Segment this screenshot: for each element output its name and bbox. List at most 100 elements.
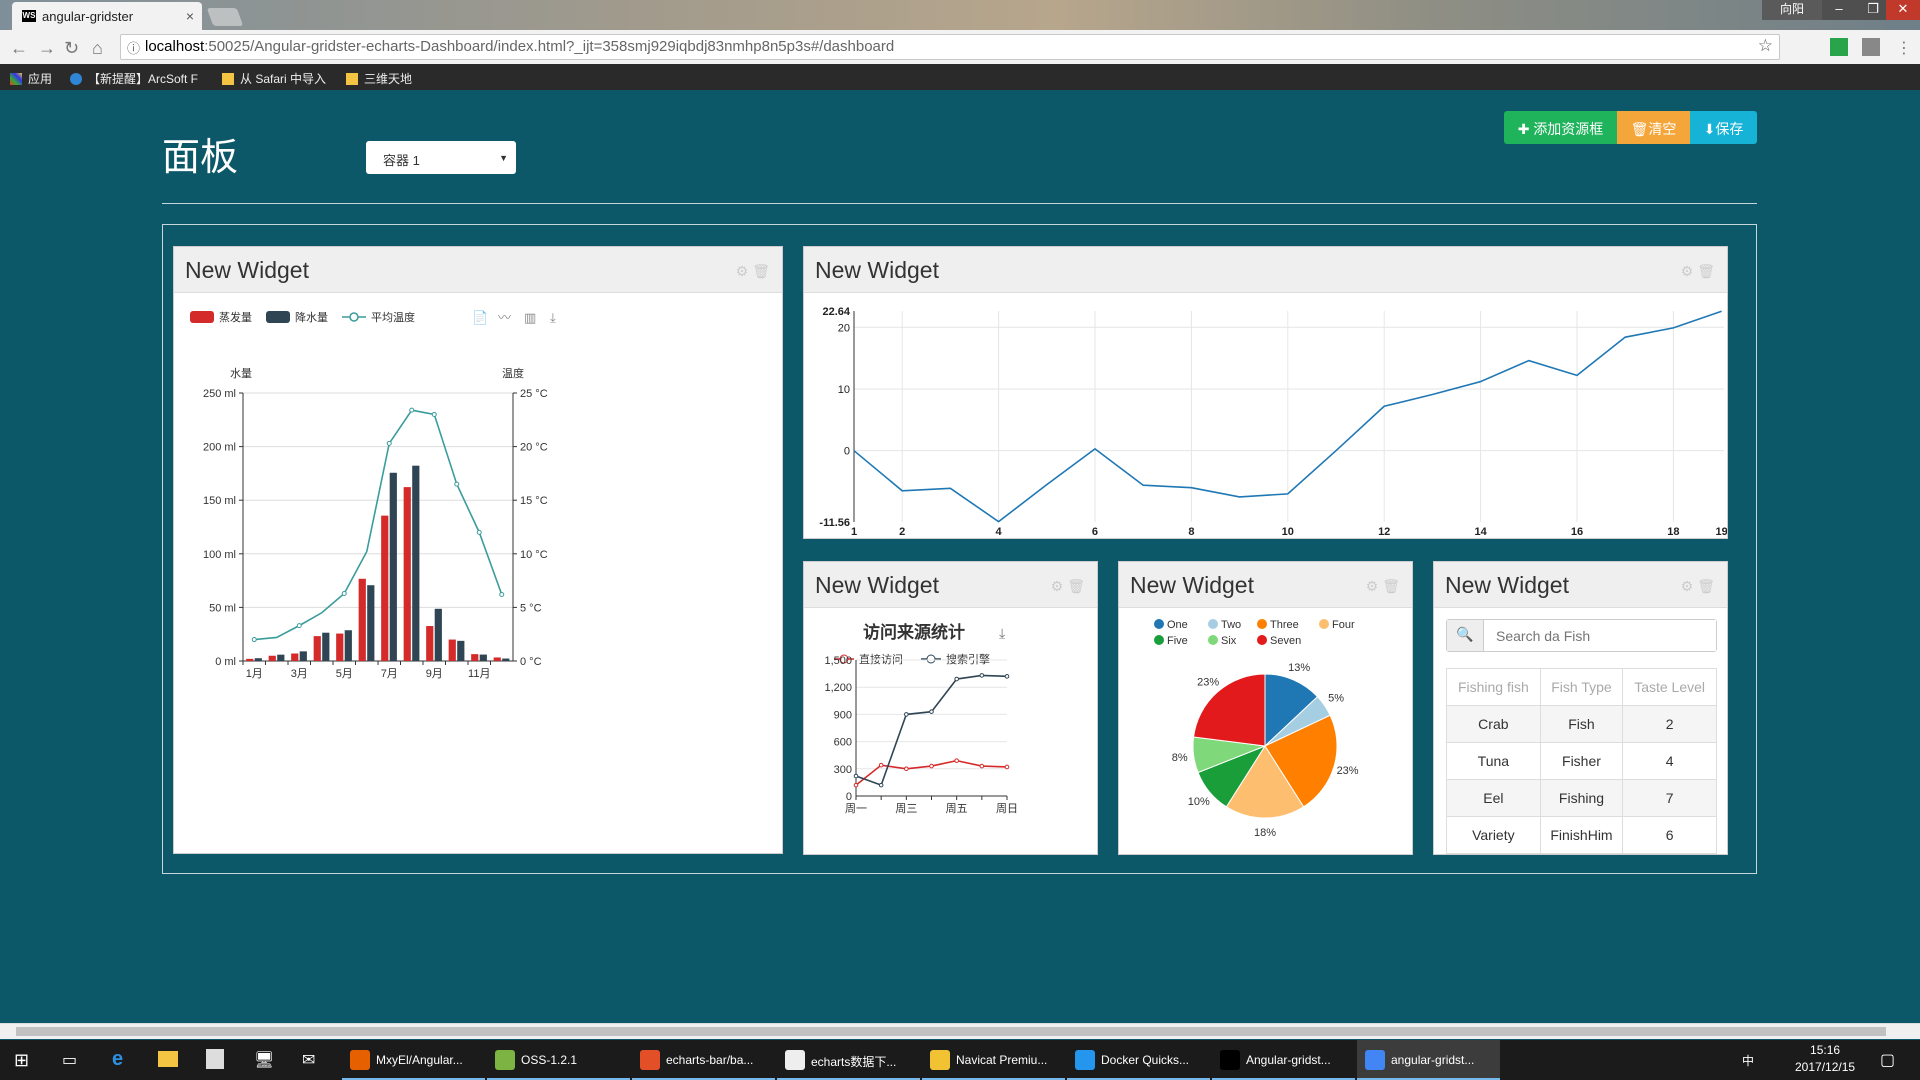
url-bar[interactable]: ⓘ localhost:50025/Angular-gridster-echar…	[120, 34, 1780, 60]
remote-desktop-icon[interactable]: 🖥	[254, 1050, 274, 1070]
taskbar-app-button[interactable]: OSS-1.2.1	[487, 1040, 630, 1080]
widget-visit-source-chart[interactable]: New Widget ⚙🗑 访问来源统计 ⤓ 直接访问 搜索引擎 1,500 1,200 9…	[803, 561, 1098, 855]
extension-icon[interactable]	[1862, 38, 1880, 56]
ime-indicator[interactable]: 中	[1742, 1052, 1754, 1069]
system-clock[interactable]: 15:16 2017/12/15	[1795, 1042, 1855, 1076]
gear-icon[interactable]: ⚙	[1681, 263, 1698, 279]
trash-icon[interactable]: 🗑	[1697, 578, 1719, 594]
bookmark-arcsoft[interactable]: 【新提醒】ArcSoft F	[70, 70, 198, 87]
temperature-point	[454, 481, 460, 487]
trash-icon[interactable]: 🗑	[1382, 578, 1404, 594]
temperature-point	[296, 623, 302, 629]
window-user-label[interactable]: 向阳	[1762, 0, 1822, 20]
notification-icon[interactable]: ▢	[1880, 1050, 1895, 1070]
home-icon[interactable]: ⌂	[92, 38, 103, 59]
bookmark-apps[interactable]: 应用	[10, 70, 52, 87]
series-point	[904, 712, 909, 717]
close-window-icon[interactable]: ✕	[1886, 0, 1920, 20]
back-icon[interactable]: ←	[10, 38, 28, 59]
widget-rainfall-chart[interactable]: New Widget ⚙🗑 蒸发量 降水量 平均温度 📄 〰 ▥ ⤓ 水量 温度 250 ml 25…	[173, 246, 783, 854]
bar-precipitation	[502, 658, 510, 661]
windows-start-icon[interactable]: ⊞	[14, 1050, 29, 1071]
page-title: 面板	[162, 137, 239, 179]
table-row[interactable]: Crab Fish 2	[1446, 705, 1717, 743]
taskbar-app-button[interactable]: angular-gridst...	[1357, 1040, 1500, 1080]
widget-pie-chart[interactable]: New Widget ⚙🗑 One Two Three Four Five Six Seve…	[1118, 561, 1413, 855]
y-tick-label: 250 ml	[203, 388, 236, 400]
edge-icon[interactable]: e	[112, 1048, 123, 1071]
bookmark-safari-import[interactable]: 从 Safari 中导入	[222, 70, 326, 87]
column-header[interactable]: Fish Type	[1539, 668, 1624, 706]
browser-tab-active[interactable]: WS angular-gridster ×	[12, 2, 202, 30]
widget-fish-table[interactable]: New Widget ⚙🗑 🔍 Fishing fish Fish Type T…	[1433, 561, 1728, 855]
table-cell: FinishHim	[1539, 816, 1624, 854]
widget-line-chart[interactable]: New Widget ⚙🗑 22.64 20 10 0 -11.56 1 2 4 6 8 10 12 1…	[803, 246, 1728, 539]
new-tab-button[interactable]	[206, 8, 244, 26]
reload-icon[interactable]: ↻	[64, 38, 79, 59]
minimize-icon[interactable]: –	[1822, 0, 1856, 20]
webstorm-favicon-icon: WS	[22, 10, 36, 22]
series-point	[1004, 674, 1010, 679]
table-row[interactable]: Variety FinishHim 6	[1446, 816, 1717, 854]
save-button[interactable]: ⬇保存	[1690, 111, 1757, 144]
column-header[interactable]: Fishing fish	[1446, 668, 1541, 706]
forward-icon[interactable]: →	[38, 38, 56, 59]
download-extension-icon[interactable]	[1830, 38, 1848, 56]
taskbar-app-button[interactable]: Angular-gridst...	[1212, 1040, 1355, 1080]
clear-button[interactable]: 🗑清空	[1617, 111, 1690, 144]
taskbar-app-button[interactable]: Docker Quicks...	[1067, 1040, 1210, 1080]
legend-marker	[926, 654, 936, 664]
folder-icon	[222, 73, 234, 85]
chart-toolbox-icon: 📄	[472, 310, 488, 325]
trash-icon[interactable]: 🗑	[752, 263, 774, 279]
table-row[interactable]: Eel Fishing 7	[1446, 779, 1717, 817]
horizontal-scrollbar[interactable]	[0, 1023, 1920, 1039]
widget-header[interactable]: New Widget ⚙🗑	[1119, 562, 1412, 608]
slice-label: 13%	[1288, 662, 1310, 674]
bar-evaporation	[268, 655, 276, 661]
visit-source-chart: 访问来源统计 ⤓ 直接访问 搜索引擎 1,500 1,200 900 600 300 0周一 周三 周…	[824, 622, 1018, 815]
bookmark-star-icon[interactable]: ☆	[1758, 36, 1773, 56]
slice-label: 10%	[1188, 796, 1210, 808]
widget-header[interactable]: New Widget ⚙🗑	[1434, 562, 1727, 608]
gear-icon[interactable]: ⚙	[1366, 578, 1383, 594]
trash-icon[interactable]: 🗑	[1697, 263, 1719, 279]
y-tick-label: 150 ml	[203, 495, 236, 507]
bar-precipitation	[389, 472, 397, 661]
widget-header[interactable]: New Widget ⚙🗑	[804, 247, 1727, 293]
bookmark-3d[interactable]: 三维天地	[346, 70, 412, 87]
table-cell: Variety	[1446, 816, 1541, 854]
bookmark-label: 从 Safari 中导入	[240, 72, 327, 86]
trash-icon[interactable]: 🗑	[1067, 578, 1089, 594]
fish-search-input[interactable]	[1484, 620, 1716, 651]
app-icon	[1365, 1050, 1385, 1070]
y-axis-label: 水量	[230, 367, 252, 380]
file-explorer-icon[interactable]	[158, 1051, 178, 1067]
add-widget-button[interactable]: ✚ 添加资源框	[1504, 111, 1617, 144]
bar-precipitation	[457, 640, 465, 661]
tab-close-icon[interactable]: ×	[186, 8, 194, 24]
store-icon[interactable]	[206, 1049, 224, 1069]
column-header[interactable]: Taste Level	[1622, 668, 1717, 706]
taskbar-app-button[interactable]: Navicat Premiu...	[922, 1040, 1065, 1080]
gear-icon[interactable]: ⚙	[1681, 578, 1698, 594]
widget-header[interactable]: New Widget ⚙🗑	[804, 562, 1097, 608]
taskbar-app-button[interactable]: echarts-bar/ba...	[632, 1040, 775, 1080]
table-row[interactable]: Tuna Fisher 4	[1446, 742, 1717, 780]
save-label: 保存	[1715, 121, 1744, 137]
gear-icon[interactable]: ⚙	[736, 263, 753, 279]
widget-header[interactable]: New Widget ⚙🗑	[174, 247, 782, 293]
container-select[interactable]: 容器 1 ▼	[366, 141, 516, 174]
site-info-icon[interactable]: ⓘ	[127, 38, 140, 57]
scrollbar-thumb[interactable]	[16, 1027, 1886, 1036]
gear-icon[interactable]: ⚙	[1051, 578, 1068, 594]
chart-toolbox-icon: 〰	[498, 310, 511, 325]
browser-menu-icon[interactable]: ⋮	[1896, 38, 1912, 58]
mail-icon[interactable]: ✉	[302, 1050, 315, 1070]
x-tick-label: 3月	[291, 668, 308, 680]
taskbar-app-button[interactable]: MxyEl/Angular...	[342, 1040, 485, 1080]
restore-icon[interactable]: ❐	[1856, 0, 1890, 20]
task-view-icon[interactable]: ▭	[62, 1050, 77, 1070]
legend-label: Five	[1167, 635, 1188, 647]
taskbar-app-button[interactable]: echarts数据下...	[777, 1040, 920, 1080]
